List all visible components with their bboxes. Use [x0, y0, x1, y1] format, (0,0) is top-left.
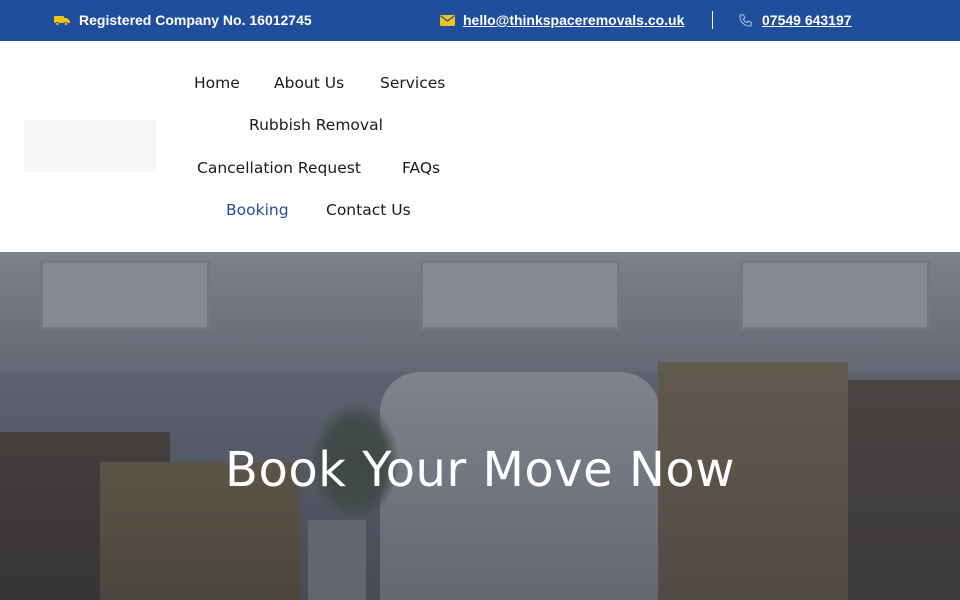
phone-icon [738, 13, 753, 28]
hero-banner: Book Your Move Now [0, 252, 960, 600]
email-contact: hello@thinkspaceremovals.co.uk [440, 12, 684, 28]
email-link[interactable]: hello@thinkspaceremovals.co.uk [463, 12, 684, 28]
registration-text: Registered Company No. 16012745 [79, 12, 312, 28]
nav-about-us[interactable]: About Us [274, 74, 344, 92]
nav-contact-us[interactable]: Contact Us [326, 201, 411, 219]
nav-home[interactable]: Home [194, 74, 240, 92]
site-logo[interactable] [24, 120, 156, 172]
site-header: Home About Us Services Rubbish Removal C… [0, 41, 960, 252]
nav-faqs[interactable]: FAQs [402, 159, 440, 177]
hero-overlay [0, 252, 960, 600]
envelope-icon [440, 14, 455, 26]
nav-rubbish-removal[interactable]: Rubbish Removal [249, 116, 383, 134]
top-bar: Registered Company No. 16012745 hello@th… [0, 0, 960, 41]
registration-info: Registered Company No. 16012745 [54, 12, 312, 28]
nav-booking[interactable]: Booking [226, 201, 289, 219]
phone-contact: 07549 643197 [738, 12, 852, 28]
phone-link[interactable]: 07549 643197 [762, 12, 852, 28]
divider [712, 11, 713, 29]
van-icon [54, 14, 70, 26]
nav-cancellation-request[interactable]: Cancellation Request [197, 159, 361, 177]
hero-title: Book Your Move Now [225, 442, 735, 498]
nav-services[interactable]: Services [380, 74, 445, 92]
